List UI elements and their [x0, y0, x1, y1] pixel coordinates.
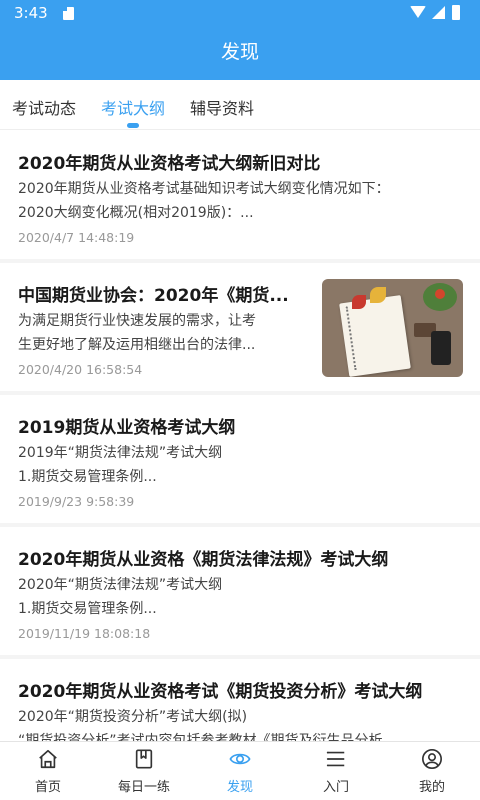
list-item[interactable]: 2019期货从业资格考试大纲 2019年“期货法律法规”考试大纲 1.期货交易管… [0, 395, 480, 523]
nav-daily-practice[interactable]: 每日一练 [96, 742, 192, 800]
nav-discover[interactable]: 发现 [192, 742, 288, 800]
article-summary: 2020年“期货法律法规”考试大纲 1.期货交易管理条例... [18, 573, 222, 621]
article-summary-line: 1.期货交易管理条例... [18, 601, 157, 617]
tab-exam-news[interactable]: 考试动态 [12, 95, 76, 119]
article-date: 2020/4/7 14:48:19 [18, 230, 135, 245]
tab-study-materials[interactable]: 辅导资料 [190, 95, 254, 119]
list-item[interactable]: 中国期货业协会：2020年《期货... 为满足期货行业快速发展的需求，让考 生更… [0, 263, 480, 391]
signal-icon [432, 6, 445, 19]
list-icon [326, 751, 345, 767]
article-summary: 2020年“期货投资分析”考试大纲(拟) “期货投资分析”考试内容包括参考教材《… [18, 705, 383, 741]
list-item[interactable]: 2020年期货从业资格考试《期货投资分析》考试大纲 2020年“期货投资分析”考… [0, 659, 480, 741]
article-summary-line: 为满足期货行业快速发展的需求，让考 [18, 313, 256, 329]
nav-label: 首页 [34, 780, 61, 795]
bookmark-book-icon [135, 749, 153, 769]
status-time: 3:43 [14, 4, 48, 22]
notebook-shape [339, 295, 411, 377]
article-summary-line: 2020年期货从业资格考试基础知识考试大纲变化情况如下： [18, 181, 390, 197]
nav-getting-started[interactable]: 入门 [288, 742, 384, 800]
status-indicators [410, 5, 470, 21]
article-summary: 为满足期货行业快速发展的需求，让考 生更好地了解及运用相继出台的法律... [18, 309, 256, 357]
eye-icon [229, 753, 251, 765]
article-summary-line: 2019年“期货法律法规”考试大纲 [18, 445, 223, 461]
list-item[interactable]: 2020年期货从业资格《期货法律法规》考试大纲 2020年“期货法律法规”考试大… [0, 527, 480, 655]
nav-label: 发现 [226, 780, 253, 795]
tomato-shape [435, 289, 445, 299]
article-date: 2019/11/19 18:08:18 [18, 626, 151, 641]
article-title: 2019期货从业资格考试大纲 [18, 418, 236, 438]
nav-label: 每日一练 [117, 780, 170, 795]
battery-icon [452, 5, 460, 20]
article-title: 2020年期货从业资格《期货法律法规》考试大纲 [18, 550, 389, 570]
article-summary: 2020年期货从业资格考试基础知识考试大纲变化情况如下： 2020大纲变化概况(… [18, 177, 390, 225]
active-tab-indicator [127, 123, 139, 128]
tab-bar: 考试动态 考试大纲 辅导资料 [0, 80, 480, 130]
article-title: 2020年期货从业资格考试大纲新旧对比 [18, 154, 321, 174]
article-title: 2020年期货从业资格考试《期货投资分析》考试大纲 [18, 682, 423, 702]
article-date: 2020/4/20 16:58:54 [18, 362, 143, 377]
sd-card-icon [63, 7, 74, 20]
list-item[interactable]: 2020年期货从业资格考试大纲新旧对比 2020年期货从业资格考试基础知识考试大… [0, 131, 480, 259]
user-icon [422, 749, 442, 769]
article-summary-line: 2020年“期货法律法规”考试大纲 [18, 577, 223, 593]
article-list[interactable]: 2020年期货从业资格考试大纲新旧对比 2020年期货从业资格考试基础知识考试大… [0, 131, 480, 741]
tab-exam-syllabus[interactable]: 考试大纲 [101, 95, 165, 119]
phone-shape [431, 331, 451, 365]
app-bar: 发现 [0, 26, 480, 80]
article-thumbnail [322, 279, 463, 377]
leaf-shape [352, 295, 366, 309]
article-summary-line: “期货投资分析”考试内容包括参考教材《期货及衍生品分析 [18, 733, 383, 741]
page-title: 发现 [220, 41, 259, 63]
article-summary-line: 2020年“期货投资分析”考试大纲(拟) [18, 709, 248, 725]
nav-mine[interactable]: 我的 [384, 742, 480, 800]
nav-label: 入门 [322, 780, 349, 795]
article-summary-line: 生更好地了解及运用相继出台的法律... [18, 337, 256, 353]
leaf-shape [370, 287, 386, 303]
article-summary: 2019年“期货法律法规”考试大纲 1.期货交易管理条例... [18, 441, 222, 489]
wifi-icon [410, 6, 426, 18]
article-summary-line: 1.期货交易管理条例... [18, 469, 157, 485]
bottom-nav: 首页 每日一练 发现 入门 我的 [0, 741, 480, 800]
article-summary-line: 2020大纲变化概况(相对2019版)：... [18, 205, 254, 221]
article-title: 中国期货业协会：2020年《期货... [18, 286, 289, 306]
nav-label: 我的 [418, 780, 445, 795]
status-bar: 3:43 [0, 0, 480, 26]
article-date: 2019/9/23 9:58:39 [18, 494, 135, 509]
home-icon [39, 749, 57, 769]
nav-home[interactable]: 首页 [0, 742, 96, 800]
